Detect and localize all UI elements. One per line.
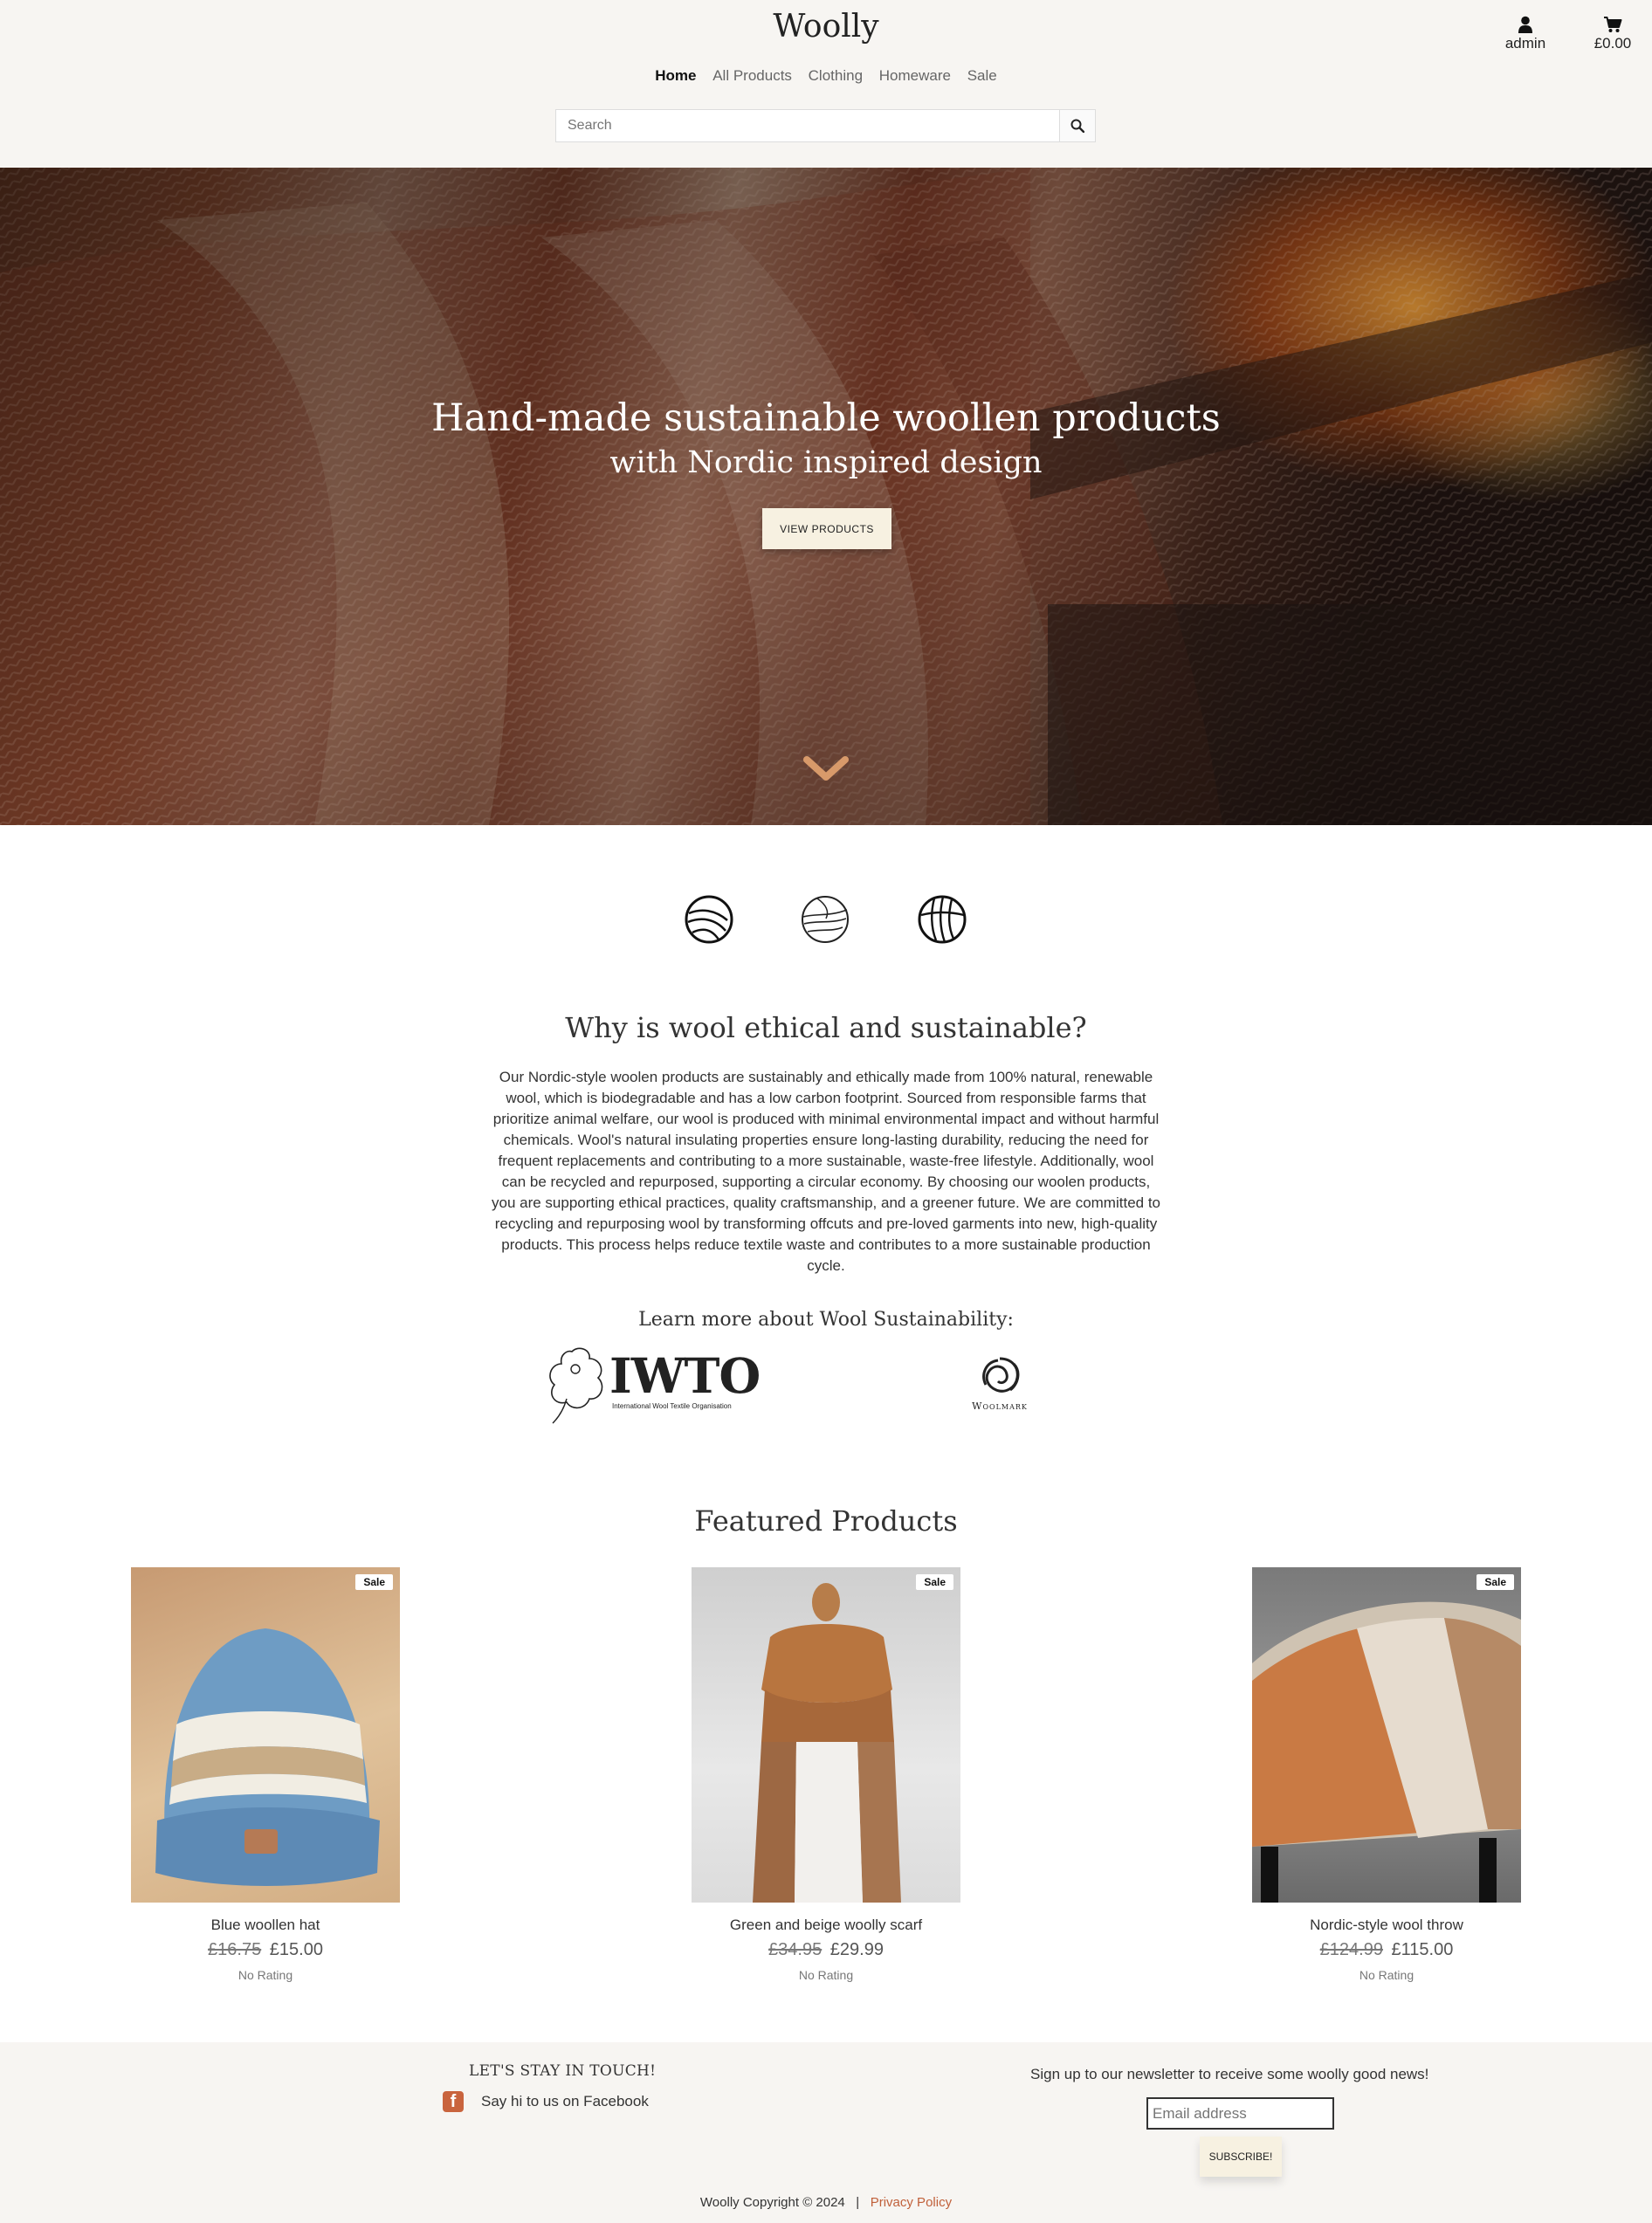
product-image[interactable]: Sale [1252, 1567, 1521, 1903]
nav-all-products[interactable]: All Products [712, 67, 792, 84]
yarn-ball-icon [918, 895, 967, 944]
hero-title: Hand-made sustainable woollen products [431, 396, 1221, 440]
cart-link[interactable]: £0.00 [1573, 16, 1652, 52]
product-card[interactable]: Sale Blue woollen hat £16.75 £15.00 No R… [131, 1567, 400, 1982]
woolmark-logo-link[interactable]: Woolmark [960, 1355, 1039, 1416]
product-price: £124.99 £115.00 [1252, 1940, 1521, 1960]
nav-home[interactable]: Home [655, 67, 696, 84]
product-name[interactable]: Blue woollen hat [131, 1917, 400, 1934]
product-name[interactable]: Nordic-style wool throw [1252, 1917, 1521, 1934]
sale-badge: Sale [916, 1574, 953, 1590]
iwto-logo-text: IWTO [609, 1347, 761, 1404]
yarn-ball-icon [685, 895, 733, 944]
yarn-ball-icon [802, 896, 849, 943]
iwto-sheep-icon [549, 1347, 603, 1424]
woolmark-logo-text: Woolmark [972, 1401, 1028, 1412]
product-image[interactable]: Sale [692, 1567, 960, 1903]
product-name[interactable]: Green and beige woolly scarf [692, 1917, 960, 1934]
product-price: £16.75 £15.00 [131, 1940, 400, 1960]
product-rating: No Rating [1359, 1968, 1415, 1982]
old-price: £124.99 [1319, 1940, 1383, 1959]
sale-price: £115.00 [1391, 1940, 1454, 1959]
iwto-caption: International Wool Textile Organisation [612, 1402, 732, 1410]
account-link[interactable]: admin [1486, 16, 1565, 52]
featured-products-title: Featured Products [694, 1504, 958, 1538]
stay-in-touch-title: LET'S STAY IN TOUCH! [469, 2062, 657, 2080]
user-icon [1518, 16, 1532, 33]
nav-sale[interactable]: Sale [967, 67, 997, 84]
facebook-link[interactable]: f Say hi to us on Facebook [443, 2091, 649, 2112]
product-rating: No Rating [798, 1968, 854, 1982]
privacy-policy-link[interactable]: Privacy Policy [871, 2195, 952, 2210]
account-label: admin [1504, 35, 1546, 52]
iwto-logo-link[interactable]: IWTO International Wool Textile Organisa… [546, 1345, 761, 1425]
why-wool-text: Our Nordic-style woolen products are sus… [491, 1069, 1161, 1274]
view-products-button[interactable]: VIEW PRODUCTS [762, 508, 891, 549]
product-image[interactable]: Sale [131, 1567, 400, 1903]
woolmark-icon [982, 1357, 1020, 1393]
search-icon [1070, 119, 1084, 133]
footer-separator: | [856, 2195, 860, 2210]
old-price: £16.75 [208, 1940, 262, 1959]
sale-price: £29.99 [829, 1940, 884, 1959]
why-wool-title: Why is wool ethical and sustainable? [565, 1011, 1087, 1044]
hero-banner: Hand-made sustainable woollen products w… [0, 168, 1652, 825]
cart-icon [1604, 17, 1622, 32]
site-footer: LET'S STAY IN TOUCH! f Say hi to us on F… [0, 2042, 1652, 2223]
copyright-line: Woolly Copyright © 2024 | Privacy Policy [0, 2195, 1652, 2210]
newsletter-text: Sign up to our newsletter to receive som… [1030, 2066, 1429, 2082]
search-bar [555, 109, 1096, 142]
product-rating: No Rating [237, 1968, 293, 1982]
facebook-icon: f [443, 2091, 464, 2112]
copyright-text: Woolly Copyright © 2024 [699, 2195, 845, 2210]
email-field[interactable] [1146, 2097, 1334, 2130]
hero-subtitle: with Nordic inspired design [609, 445, 1043, 480]
facebook-text: Say hi to us on Facebook [481, 2093, 649, 2109]
site-header: Woolly Home All Products Clothing Homewa… [0, 0, 1652, 168]
sale-badge: Sale [1476, 1574, 1514, 1590]
learn-more-title: Learn more about Wool Sustainability: [638, 1309, 1014, 1331]
main-nav: Home All Products Clothing Homeware Sale [0, 67, 1652, 85]
sale-price: £15.00 [269, 1940, 323, 1959]
nav-homeware[interactable]: Homeware [879, 67, 951, 84]
product-card[interactable]: Sale Nordic-style wool throw £124.99 £11… [1252, 1567, 1521, 1982]
product-price: £34.95 £29.99 [692, 1940, 960, 1960]
product-card[interactable]: Sale Green and beige woolly scarf £34.95… [692, 1567, 960, 1982]
nav-clothing[interactable]: Clothing [809, 67, 863, 84]
old-price: £34.95 [768, 1940, 823, 1959]
cart-total: £0.00 [1593, 35, 1632, 52]
site-logo[interactable]: Woolly [0, 9, 1652, 45]
chevron-down-icon[interactable] [802, 754, 850, 782]
sale-badge: Sale [355, 1574, 393, 1590]
search-input[interactable] [556, 110, 1059, 141]
subscribe-button[interactable]: SUBSCRIBE! [1200, 2137, 1282, 2177]
search-button[interactable] [1059, 110, 1095, 141]
